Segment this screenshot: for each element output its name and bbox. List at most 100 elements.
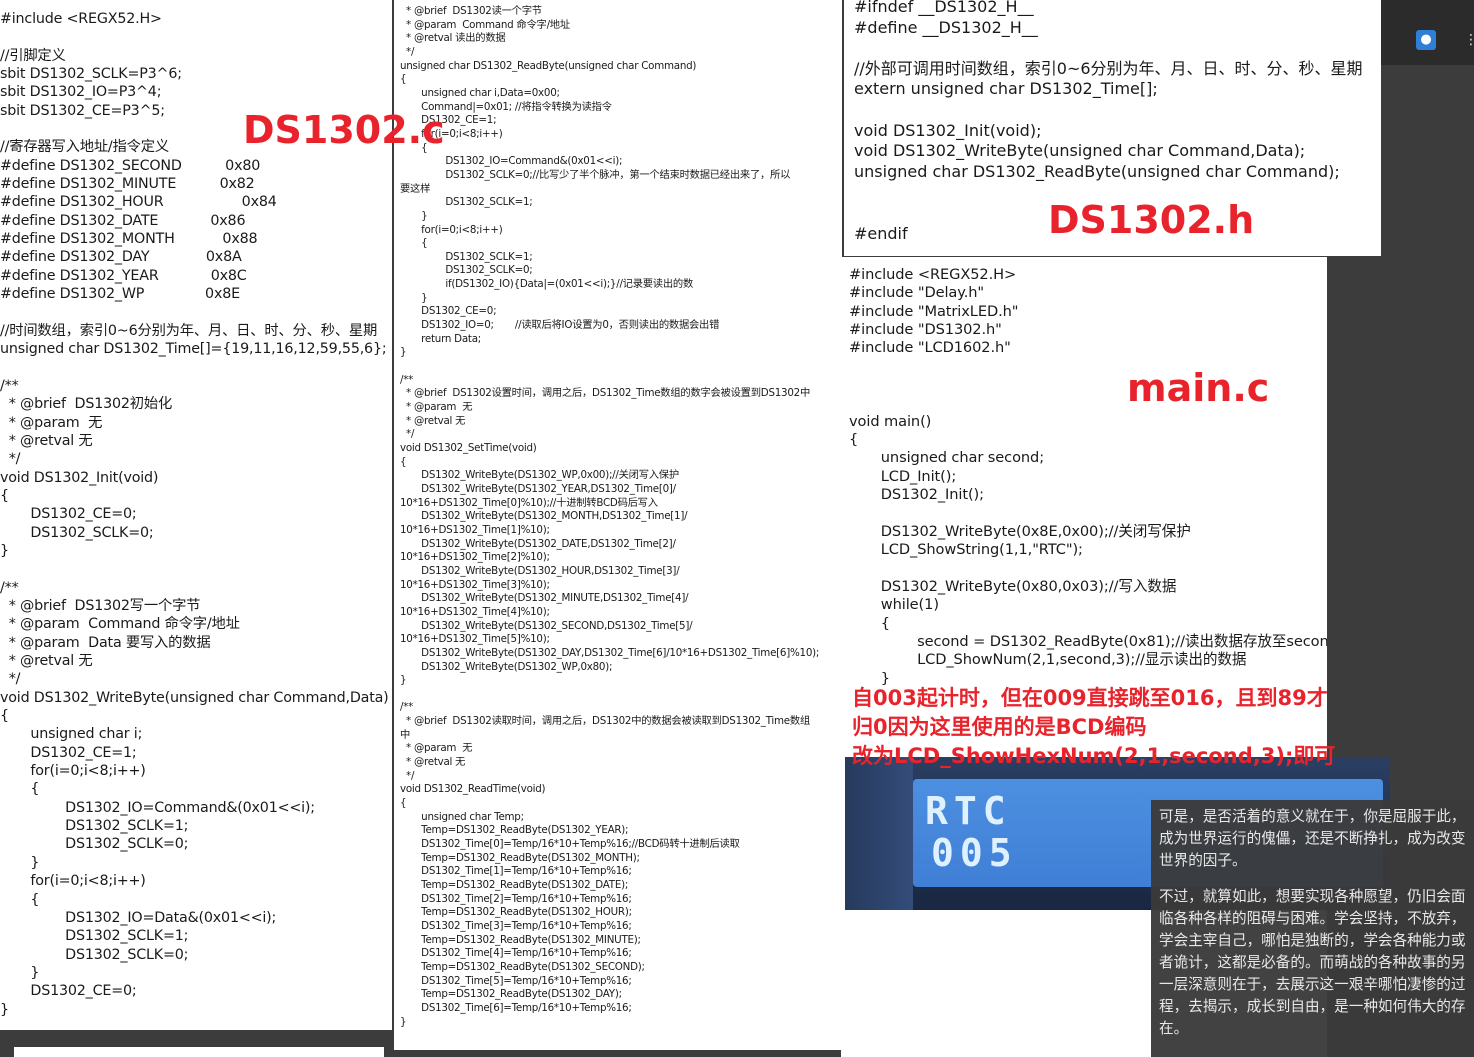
code-line: return Data; — [400, 332, 481, 345]
code-line: DS1302_WriteByte(DS1302_YEAR,DS1302_Time… — [400, 482, 676, 495]
code-line: DS1302_SCLK=0; — [0, 524, 154, 541]
code-line: DS1302_CE=0; — [0, 983, 137, 1000]
code-line: * @retval 无 — [0, 653, 93, 670]
annotation-note: 自003起计时，但在009直接跳至016，且到89才 归0因为这里使用的是BCD… — [852, 684, 1372, 771]
code-line: Temp=DS1302_ReadByte(DS1302_HOUR); — [400, 906, 632, 919]
code-line: * @param Command 命令字/地址 — [0, 616, 240, 633]
note-line-2: 归0因为这里使用的是BCD编码 — [852, 715, 1147, 739]
code-line: #include "DS1302.h" — [849, 321, 1002, 339]
code-line: DS1302_IO=Data&(0x01<<i); — [0, 909, 277, 926]
code-line: #include <REGX52.H> — [0, 11, 162, 27]
note-line-1: 自003起计时，但在009直接跳至016，且到89才 — [852, 686, 1328, 710]
code-line: #define DS1302_MONTH 0x88 — [0, 231, 258, 248]
note-line-3: 改为LCD_ShowHexNum(2,1,second,3);即可 — [852, 744, 1336, 768]
code-line: 10*16+DS1302_Time[1]%10); — [400, 523, 550, 536]
code-block: * @brief DS1302读一个字节 * @param Command 命令… — [400, 5, 819, 1029]
code-line: DS1302_WriteByte(0x8E,0x00);//关闭写保护 — [849, 522, 1191, 540]
code-line: DS1302_IO=0; //读取后将IO设置为0，否则读出的数据会出错 — [400, 319, 720, 332]
code-line: unsigned char i; — [0, 726, 143, 743]
code-line: DS1302_WriteByte(DS1302_HOUR,DS1302_Time… — [400, 564, 680, 577]
code-line: #define DS1302_SECOND 0x80 — [0, 157, 261, 174]
code-line: 10*16+DS1302_Time[4]%10); — [400, 605, 550, 618]
code-line: * @retval 读出的数据 — [400, 32, 506, 45]
code-line: { — [849, 431, 859, 449]
code-line: second = DS1302_ReadByte(0x81);//读出数据存放至… — [849, 632, 1327, 650]
code-line: DS1302_WriteByte(DS1302_MONTH,DS1302_Tim… — [400, 510, 688, 523]
code-line: */ — [0, 671, 21, 688]
code-line: DS1302_WriteByte(DS1302_WP,0x00);//关闭写入保… — [400, 469, 679, 482]
code-line: Temp=DS1302_ReadByte(DS1302_DAY); — [400, 988, 622, 1001]
code-line: { — [849, 614, 890, 632]
code-block: #include <REGX52.H> //引脚定义 sbit DS1302_SC… — [0, 10, 389, 1019]
code-line: #define __DS1302_H__ — [854, 17, 1038, 37]
menu-icon[interactable]: ⋮ — [1464, 30, 1474, 50]
code-line: { — [400, 797, 407, 810]
code-line: DS1302_Time[0]=Temp/16*10+Temp%16;//BCD码… — [400, 838, 740, 851]
code-line: #define DS1302_YEAR 0x8C — [0, 267, 247, 284]
code-line: { — [400, 73, 407, 86]
code-line: /** — [400, 373, 414, 386]
code-line: Temp=DS1302_ReadByte(DS1302_MINUTE); — [400, 933, 641, 946]
code-line: unsigned char DS1302_ReadByte(unsigned c… — [854, 161, 1340, 181]
popup-paragraph-2: 不过，就算如此，想要实现各种愿望，仍旧会面临各种各样的阻碍与困难。学会坚持，不放… — [1159, 888, 1466, 1037]
code-line: 中 — [400, 728, 411, 741]
code-line: DS1302_Time[1]=Temp/16*10+Temp%16; — [400, 865, 632, 878]
code-line: for(i=0;i<8;i++) — [400, 223, 503, 236]
code-line: while(1) — [849, 596, 939, 614]
code-line: void main() — [849, 412, 932, 430]
code-line: #define DS1302_DATE 0x86 — [0, 212, 246, 229]
code-line: //时间数组，索引0~6分别为年、月、日、时、分、秒、星期 — [0, 322, 378, 339]
file-label-ds1302-c: DS1302.c — [243, 108, 445, 152]
code-line: } — [0, 1001, 9, 1018]
code-line: LCD_ShowString(1,1,"RTC"); — [849, 541, 1083, 559]
code-line: unsigned char DS1302_Time[]={19,11,16,12… — [0, 341, 387, 358]
lcd-board-edge — [845, 757, 913, 910]
code-line: DS1302_IO=Command&(0x01<<i); — [400, 155, 623, 168]
code-line: //引脚定义 — [0, 47, 66, 64]
code-line: Temp=DS1302_ReadByte(DS1302_DATE); — [400, 879, 629, 891]
code-line: DS1302_SCLK=0; — [400, 264, 533, 277]
code-line: //外部可调用时间数组，索引0~6分别为年、月、日、时、分、秒、星期 — [854, 58, 1363, 78]
code-line: * @retval 无 — [400, 414, 466, 427]
code-line: } — [400, 291, 428, 304]
code-line: void DS1302_SetTime(void) — [400, 442, 537, 454]
code-line: 10*16+DS1302_Time[3]%10); — [400, 578, 550, 591]
code-line: DS1302_SCLK=0; — [0, 836, 189, 853]
code-line: DS1302_Time[5]=Temp/16*10+Temp%16; — [400, 974, 632, 987]
code-line: * @retval 无 — [400, 756, 466, 769]
person-icon[interactable]: ● — [1416, 30, 1436, 50]
code-line: { — [400, 141, 428, 154]
code-line: } — [0, 542, 9, 559]
code-line: for(i=0;i<8;i++) — [0, 763, 146, 780]
code-line: * @retval 无 — [0, 432, 93, 449]
code-line: 10*16+DS1302_Time[5]%10); — [400, 633, 550, 646]
code-line: DS1302_SCLK=0;//比写少了半个脉冲，第一个结束时数据已经出来了，所… — [400, 168, 791, 181]
code-line: */ — [400, 769, 415, 782]
file-label-ds1302-h: DS1302.h — [1048, 198, 1255, 242]
code-line: * @brief DS1302初始化 — [0, 396, 173, 413]
code-line: DS1302_Time[6]=Temp/16*10+Temp%16; — [400, 1001, 632, 1014]
code-line: } — [400, 346, 407, 359]
code-line: * @param 无 — [0, 414, 103, 431]
code-line: * @brief DS1302设置时间，调用之后，DS1302_Time数组的数… — [400, 387, 810, 400]
code-line: } — [400, 209, 428, 222]
code-line: for(i=0;i<8;i++) — [0, 873, 146, 890]
code-line: { — [0, 781, 40, 798]
code-line: * @param Data 要写入的数据 — [0, 634, 211, 651]
code-line: { — [400, 455, 407, 468]
code-line: { — [400, 237, 428, 250]
code-line: #define DS1302_MINUTE 0x82 — [0, 176, 255, 193]
code-line: DS1302_CE=0; — [0, 506, 137, 523]
code-line: } — [0, 854, 40, 871]
code-line: unsigned char DS1302_ReadByte(unsigned c… — [400, 59, 697, 72]
code-line: DS1302_Time[4]=Temp/16*10+Temp%16; — [400, 947, 632, 960]
code-line: } — [400, 1015, 407, 1028]
code-line: * @brief DS1302读取时间，调用之后，DS1302中的数据会被读取到… — [400, 715, 810, 728]
code-line: DS1302_SCLK=1; — [0, 818, 189, 835]
